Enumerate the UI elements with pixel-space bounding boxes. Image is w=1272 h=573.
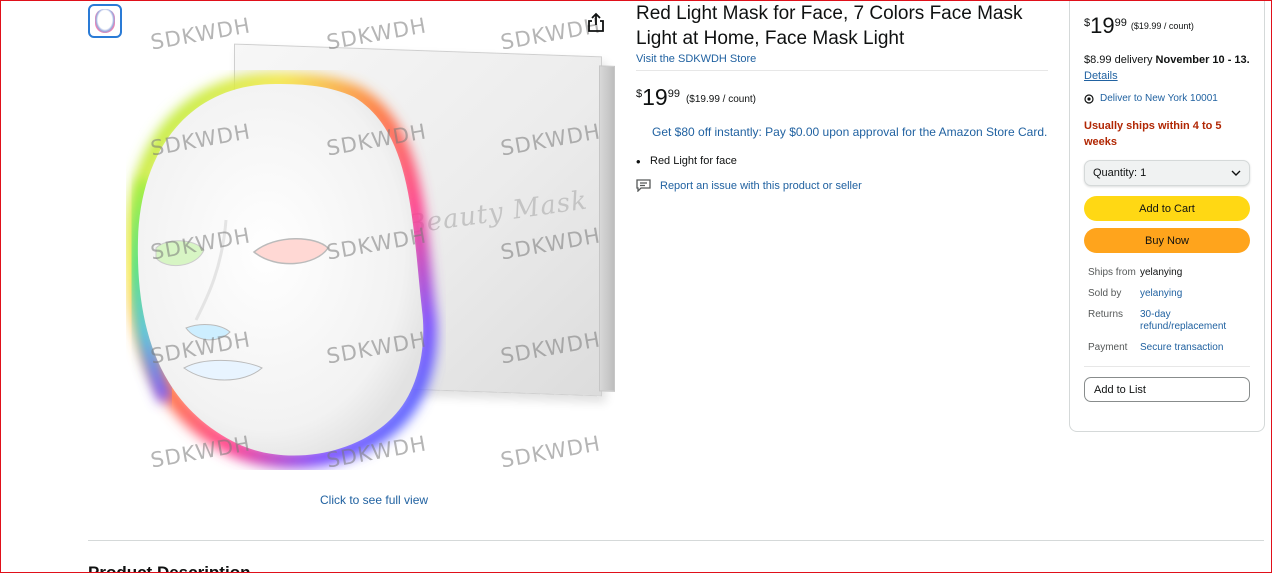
price-fraction: 99 <box>667 88 680 100</box>
delivery-separator: . <box>1246 54 1250 66</box>
buybox-divider <box>1084 366 1250 367</box>
thumbnail-image[interactable] <box>88 4 122 38</box>
info-label: Ships from <box>1088 267 1136 278</box>
add-to-cart-button[interactable]: Add to Cart <box>1084 196 1250 221</box>
price-per-unit: ($19.99 / count) <box>1130 21 1194 31</box>
add-to-list-button[interactable]: Add to List <box>1084 377 1250 402</box>
info-label: Payment <box>1088 342 1128 353</box>
feature-bullets: Red Light for face <box>636 154 1048 169</box>
seller-link[interactable]: yelanying <box>1140 288 1250 300</box>
price-fraction: 99 <box>1114 17 1127 29</box>
full-view-link[interactable]: Click to see full view <box>320 493 428 507</box>
deliver-to-location[interactable]: Deliver to New York 10001 <box>1084 93 1250 104</box>
report-issue-link[interactable]: Report an issue with this product or sel… <box>636 179 1048 192</box>
price-per-unit: ($19.99 / count) <box>685 94 757 105</box>
info-label: Returns <box>1088 309 1124 320</box>
info-row-payment: Payment Secure transaction <box>1084 342 1250 354</box>
delivery-details-link[interactable]: Details <box>1084 70 1118 82</box>
deliver-to-label: Deliver to New York 10001 <box>1100 93 1218 104</box>
delivery-fee: $8.99 delivery <box>1084 54 1156 66</box>
product-info: Red Light Mask for Face, 7 Colors Face M… <box>636 0 1048 192</box>
location-pin-icon <box>1084 93 1094 104</box>
delivery-info: $8.99 delivery November 10 - 13. Details <box>1084 52 1250 84</box>
availability-note: Usually ships within 4 to 5 weeks <box>1084 120 1222 148</box>
share-icon[interactable] <box>586 12 606 34</box>
main-product-image[interactable]: Beauty Mask SDKWDH SDKWDH SDKWDH SDKWDH … <box>126 0 616 488</box>
payment-link[interactable]: Secure transaction <box>1140 342 1250 354</box>
buy-box: $ 19 99 ($19.99 / count) $8.99 delivery … <box>1069 0 1265 432</box>
report-chat-icon <box>636 179 651 192</box>
info-row-sold-by: Sold by yelanying <box>1084 288 1250 300</box>
info-row-returns: Returns 30-day refund/replacement <box>1084 309 1250 333</box>
info-value: yelanying <box>1140 267 1183 278</box>
report-issue-label: Report an issue with this product or sel… <box>660 179 862 192</box>
delivery-dates: November 10 - 13 <box>1155 54 1247 66</box>
buy-now-button[interactable]: Buy Now <box>1084 228 1250 253</box>
thumbnail-mask-graphic <box>95 9 115 33</box>
returns-link[interactable]: 30-day refund/replacement <box>1140 309 1250 333</box>
product-description-heading: Product Description <box>88 563 251 573</box>
info-row-ships-from: Ships from yelanying <box>1084 267 1250 279</box>
buybox-price: $ 19 99 ($19.99 / count) <box>1084 14 1250 38</box>
price-whole: 19 <box>642 84 668 110</box>
chevron-down-icon <box>1231 170 1241 176</box>
section-divider <box>88 540 1264 541</box>
price-display: $ 19 99 ($19.99 / count) <box>636 85 1048 109</box>
quantity-select[interactable]: Quantity: 1 <box>1084 160 1250 186</box>
info-label: Sold by <box>1088 288 1122 299</box>
quantity-label: Quantity: 1 <box>1093 167 1147 179</box>
product-title: Red Light Mask for Face, 7 Colors Face M… <box>636 3 1023 49</box>
seller-info: Ships from yelanying Sold by yelanying R… <box>1084 267 1250 354</box>
price-whole: 19 <box>1090 13 1115 38</box>
store-link[interactable]: Visit the SDKWDH Store <box>636 53 1048 71</box>
store-card-promo[interactable]: Get $80 off instantly: Pay $0.00 upon ap… <box>652 125 1048 139</box>
bullet-item: Red Light for face <box>636 154 1048 169</box>
watermark-text: SDKWDH <box>498 431 603 473</box>
